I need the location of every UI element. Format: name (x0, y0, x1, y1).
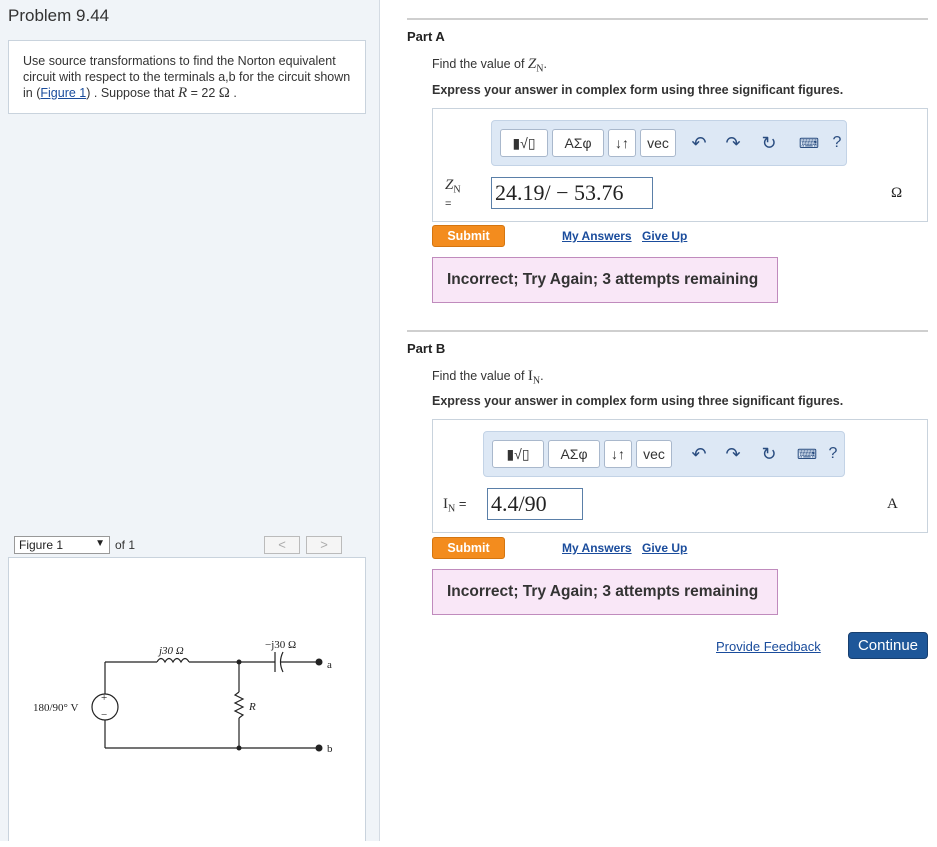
part-b-separator (407, 330, 928, 332)
ohm-unit: Ω (218, 85, 230, 101)
source-plus: + (101, 692, 107, 704)
continue-button[interactable]: Continue (848, 632, 928, 659)
keyboard-icon[interactable]: ⌨ (798, 131, 820, 155)
help-button[interactable]: ? (822, 442, 844, 466)
part-a-prompt-end: . (543, 57, 547, 71)
keyboard-icon[interactable]: ⌨ (796, 442, 818, 466)
part-a-instruction: Express your answer in complex form usin… (432, 83, 844, 97)
vec-button[interactable]: vec (636, 440, 672, 468)
part-b-prompt-text: Find the value of (432, 369, 528, 383)
terminal-b-label: b (327, 743, 333, 755)
redo-icon[interactable]: ↷ (722, 442, 744, 466)
junction-node-bottom (236, 745, 242, 751)
figure-count: of 1 (115, 538, 136, 552)
part-a-label-sub: N (453, 184, 461, 196)
undo-icon[interactable]: ↶ (688, 131, 710, 155)
provide-feedback-link[interactable]: Provide Feedback (716, 639, 821, 654)
variable-r: R (177, 85, 188, 101)
prev-figure-button[interactable]: < (264, 536, 300, 554)
figure-select[interactable]: Figure 1 ▼ (14, 536, 110, 554)
period: . (233, 86, 237, 100)
part-b-give-up-link[interactable]: Give Up (642, 541, 687, 555)
part-a-prompt-text: Find the value of (432, 57, 528, 71)
part-b-feedback: Incorrect; Try Again; 3 attempts remaini… (432, 569, 778, 615)
part-b-answer-box: ▮√▯ ΑΣφ ↓↑ vec ↶ ↷ ↻ ⌨ ? IN = 4.4/90 A (432, 419, 928, 533)
part-b-answer-label: IN = (443, 496, 466, 515)
part-b-title: Part B (407, 341, 446, 356)
capacitor-label: −j30 Ω (265, 639, 296, 651)
source-label: 180/90° V (33, 702, 79, 714)
problem-text-2: ) . Suppose that (86, 86, 178, 100)
terminal-b-node (315, 744, 323, 752)
greek-button[interactable]: ΑΣφ (552, 129, 604, 157)
template-button[interactable]: ▮√▯ (500, 129, 548, 157)
figure-panel: + − 180/90° V j30 Ω −j30 Ω R a b (8, 557, 366, 841)
arrows-button[interactable]: ↓↑ (608, 129, 636, 157)
part-b-instruction: Express your answer in complex form usin… (432, 394, 844, 408)
part-a-prompt-var: Z (527, 56, 537, 72)
figure-select-value: Figure 1 (19, 538, 64, 552)
reset-icon[interactable]: ↻ (758, 131, 780, 155)
figure-link[interactable]: Figure 1 (40, 86, 86, 100)
greek-button[interactable]: ΑΣφ (548, 440, 600, 468)
part-b-unit: A (887, 496, 898, 512)
vec-button[interactable]: vec (640, 129, 676, 157)
part-a-label-eq: = (445, 197, 452, 210)
junction-node-top (236, 659, 242, 665)
part-b-prompt-end: . (540, 369, 544, 383)
redo-icon[interactable]: ↷ (722, 131, 744, 155)
template-button[interactable]: ▮√▯ (492, 440, 544, 468)
part-a-toolbar: ▮√▯ ΑΣφ ↓↑ vec ↶ ↷ ↻ ⌨ ? (491, 120, 847, 166)
part-a-title: Part A (407, 29, 445, 44)
part-b-toolbar: ▮√▯ ΑΣφ ↓↑ vec ↶ ↷ ↻ ⌨ ? (483, 431, 845, 477)
part-a-answer-box: ▮√▯ ΑΣφ ↓↑ vec ↶ ↷ ↻ ⌨ ? ZN = 24.19/ − 53… (432, 108, 928, 222)
undo-icon[interactable]: ↶ (688, 442, 710, 466)
terminal-a-label: a (327, 659, 332, 671)
part-a-prompt: Find the value of ZN. (432, 56, 547, 75)
resistor-label: R (248, 701, 256, 713)
arrows-button[interactable]: ↓↑ (604, 440, 632, 468)
part-a-give-up-link[interactable]: Give Up (642, 229, 687, 243)
part-b-prompt: Find the value of IN. (432, 368, 544, 387)
part-a-submit-button[interactable]: Submit (432, 225, 505, 247)
chevron-down-icon: ▼ (95, 538, 105, 549)
part-a-feedback: Incorrect; Try Again; 3 attempts remaini… (432, 257, 778, 303)
part-a-answer-input[interactable]: 24.19/ − 53.76 (491, 177, 653, 209)
circuit-diagram: + − 180/90° V j30 Ω −j30 Ω R a b (33, 639, 333, 755)
source-minus: − (101, 709, 107, 721)
problem-title: Problem 9.44 (8, 6, 110, 25)
part-b-my-answers-link[interactable]: My Answers (562, 541, 632, 555)
part-b-label-eq: = (458, 496, 467, 511)
inductor-label: j30 Ω (157, 645, 184, 657)
help-button[interactable]: ? (826, 131, 848, 155)
figure-nav: Figure 1 ▼ of 1 < > (8, 534, 366, 556)
part-a-separator (407, 18, 928, 20)
next-figure-button[interactable]: > (306, 536, 342, 554)
part-b-answer-input[interactable]: 4.4/90 (487, 488, 583, 520)
part-a-my-answers-link[interactable]: My Answers (562, 229, 632, 243)
terminal-a-node (315, 658, 323, 666)
part-b-submit-button[interactable]: Submit (432, 537, 505, 559)
problem-statement: Use source transformations to find the N… (8, 40, 366, 114)
reset-icon[interactable]: ↻ (758, 442, 780, 466)
part-b-label-sub: N (448, 503, 456, 515)
r-value: = 22 (187, 86, 219, 100)
part-a-answer-label: ZN = (445, 178, 461, 210)
part-a-unit: Ω (891, 185, 903, 201)
